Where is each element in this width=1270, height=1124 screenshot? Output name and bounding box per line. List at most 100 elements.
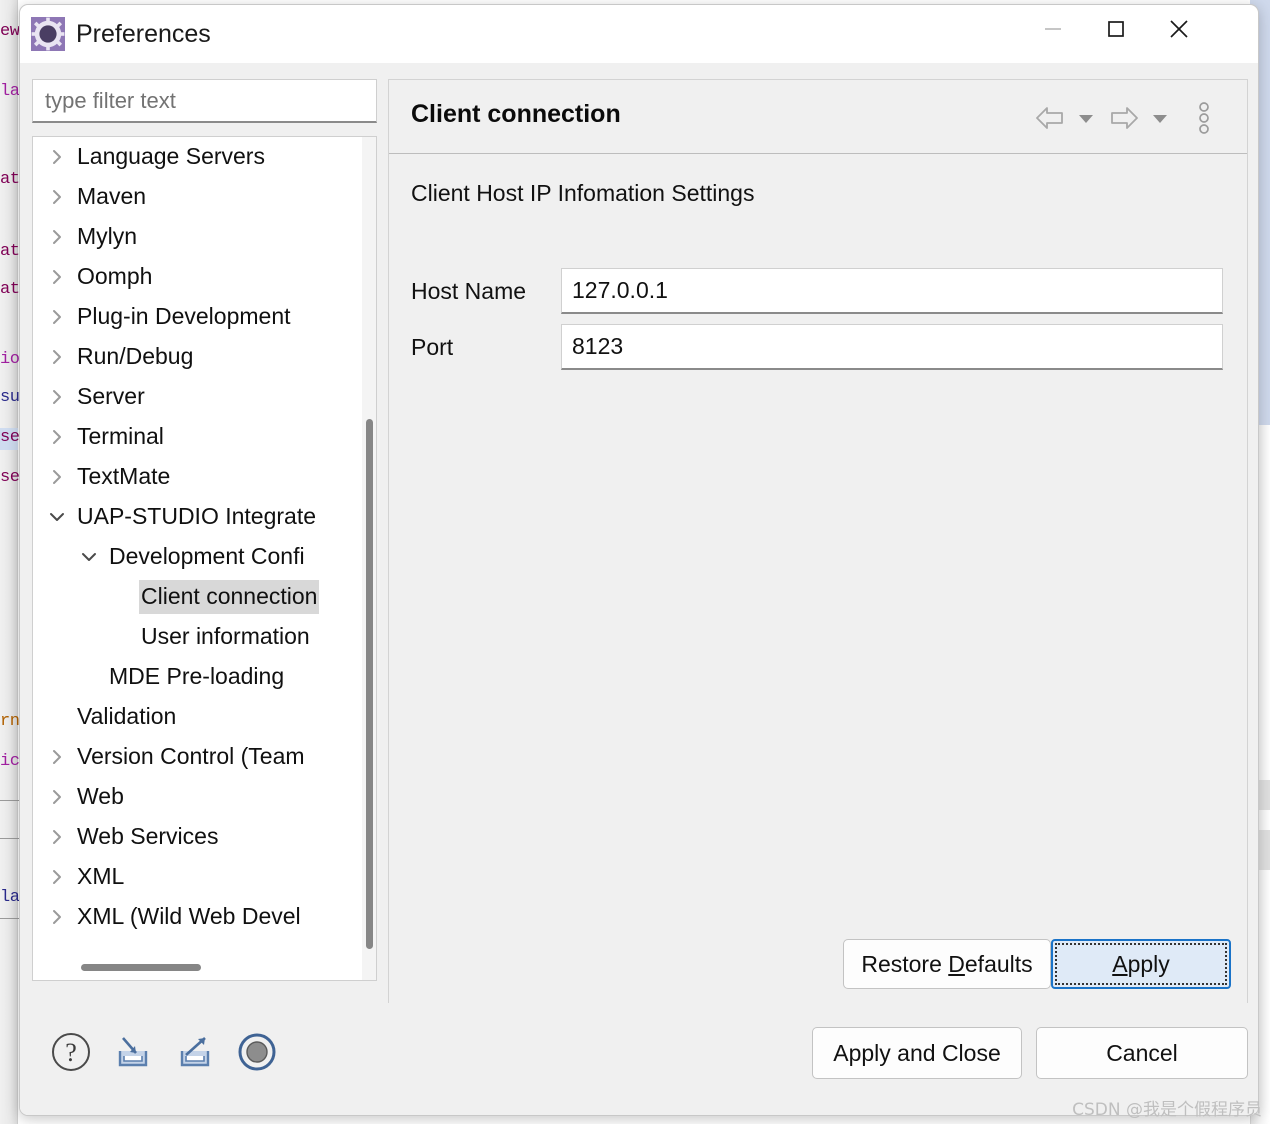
tree-item-language-servers[interactable]: Language Servers [33,137,344,177]
tree-item-client-connection[interactable]: Client connection [33,577,344,617]
page-title: Client connection [411,100,621,128]
apply-button[interactable]: Apply [1051,939,1231,989]
minimize-button[interactable] [1021,5,1084,53]
tree-item-web[interactable]: Web [33,777,344,817]
preferences-tree-container: Language Servers Maven Mylyn Oomph Plug-in D… [32,136,377,981]
chevron-right-icon[interactable] [47,827,67,847]
import-icon[interactable] [110,1029,156,1075]
apply-and-close-label: Apply and Close [833,1039,1001,1066]
tree-item-xml[interactable]: XML [33,857,344,897]
chevron-right-icon[interactable] [47,267,67,287]
preferences-tree[interactable]: Language Servers Maven Mylyn Oomph Plug-in D… [33,137,344,980]
dialog-titlebar: Preferences [20,5,1258,63]
close-button[interactable] [1147,5,1210,53]
restore-defaults-button[interactable]: Restore Defaults [843,939,1051,989]
tree-item-run-debug[interactable]: Run/Debug [33,337,344,377]
tree-item-maven[interactable]: Maven [33,177,344,217]
tree-item-validation[interactable]: Validation [33,697,344,737]
host-name-label: Host Name [411,277,527,304]
tree-item-oomph[interactable]: Oomph [33,257,344,297]
back-history-dropdown[interactable] [1073,100,1099,136]
preference-page: Client connection Client Host IP Infomat… [388,79,1248,1004]
tree-item-server[interactable]: Server [33,377,344,417]
tree-item-label: Language Servers [77,143,265,169]
preferences-navigation: Language Servers Maven Mylyn Oomph Plug-in D… [32,79,377,1004]
chevron-right-icon[interactable] [47,907,67,927]
tree-item-xml-wild-web-devel[interactable]: XML (Wild Web Devel [33,897,344,937]
chevron-down-icon [1079,115,1093,123]
tree-item-label: Validation [77,703,177,729]
port-input[interactable] [561,324,1223,370]
chevron-right-icon[interactable] [47,147,67,167]
restore-defaults-label: Restore Defaults [861,950,1033,977]
tree-item-terminal[interactable]: Terminal [33,417,344,457]
maximize-button[interactable] [1084,5,1147,53]
chevron-right-icon[interactable] [47,787,67,807]
record-icon[interactable] [234,1029,280,1075]
tree-item-label: Version Control (Team [77,743,305,769]
tree-item-label: UAP-STUDIO Integrate [77,503,317,529]
close-icon [1169,20,1188,38]
chevron-right-icon[interactable] [47,227,67,247]
settings-group-label: Client Host IP Infomation Settings [411,180,755,206]
tree-vertical-scrollbar-thumb[interactable] [366,419,373,949]
chevron-right-icon[interactable] [47,347,67,367]
cancel-label: Cancel [1106,1039,1178,1066]
help-icon[interactable]: ? [48,1029,94,1075]
chevron-right-icon[interactable] [47,867,67,887]
chevron-right-icon[interactable] [47,747,67,767]
host-name-input[interactable] [561,268,1223,314]
dialog-title: Preferences [76,20,211,48]
maximize-icon [1107,21,1124,37]
editor-left-gutter [0,0,18,1124]
preference-page-content: Client Host IP Infomation Settings Host … [389,155,1247,1003]
forward-history-dropdown[interactable] [1147,100,1173,136]
chevron-right-icon[interactable] [47,387,67,407]
tree-item-label: Web [77,783,124,809]
page-menu-button[interactable] [1191,100,1217,136]
editor-divider [0,918,20,919]
preferences-dialog: Preferences Language Servers Maven Mylyn Oo… [19,4,1259,1116]
tree-item-mylyn[interactable]: Mylyn [33,217,344,257]
chevron-down-icon [1153,115,1167,123]
tree-item-label: Run/Debug [77,343,194,369]
tree-item-user-information[interactable]: User information [33,617,344,657]
tree-vertical-scrollbar-track[interactable] [362,137,376,980]
tree-item-development-confi[interactable]: Development Confi [33,537,344,577]
tree-item-label: TextMate [77,463,171,489]
vertical-dots-icon [1199,102,1209,134]
tree-item-label: Oomph [77,263,153,289]
tree-item-uap-studio-integrate[interactable]: UAP-STUDIO Integrate [33,497,344,537]
apply-and-close-button[interactable]: Apply and Close [812,1027,1022,1079]
chevron-down-icon[interactable] [47,507,67,527]
tree-item-mde-pre-loading[interactable]: MDE Pre-loading [33,657,344,697]
chevron-right-icon[interactable] [47,187,67,207]
tree-horizontal-scrollbar-thumb[interactable] [81,964,201,971]
tree-item-label: Maven [77,183,147,209]
tree-item-label: Terminal [77,423,164,449]
chevron-right-icon[interactable] [47,307,67,327]
forward-button[interactable] [1107,100,1141,136]
tree-item-label: MDE Pre-loading [109,663,285,689]
svg-text:?: ? [65,1038,77,1067]
tree-item-textmate[interactable]: TextMate [33,457,344,497]
tree-item-label: Plug-in Development [77,303,291,329]
cancel-button[interactable]: Cancel [1036,1027,1248,1079]
chevron-down-icon[interactable] [79,547,99,567]
export-icon[interactable] [172,1029,218,1075]
chevron-right-icon[interactable] [47,467,67,487]
tree-item-label: Web Services [77,823,219,849]
tree-item-label: XML [77,863,125,889]
tree-item-label: User information [141,623,310,649]
back-button[interactable] [1033,100,1067,136]
tree-item-label: Server [77,383,145,409]
chevron-right-icon[interactable] [47,427,67,447]
tree-item-plug-in-development[interactable]: Plug-in Development [33,297,344,337]
watermark: CSDN @我是个假程序员 [1072,1100,1262,1120]
tree-item-label: Mylyn [77,223,138,249]
editor-divider [0,838,20,839]
tree-item-web-services[interactable]: Web Services [33,817,344,857]
tree-item-version-control-team[interactable]: Version Control (Team [33,737,344,777]
filter-input[interactable] [32,79,377,123]
preference-page-header: Client connection [389,80,1247,154]
